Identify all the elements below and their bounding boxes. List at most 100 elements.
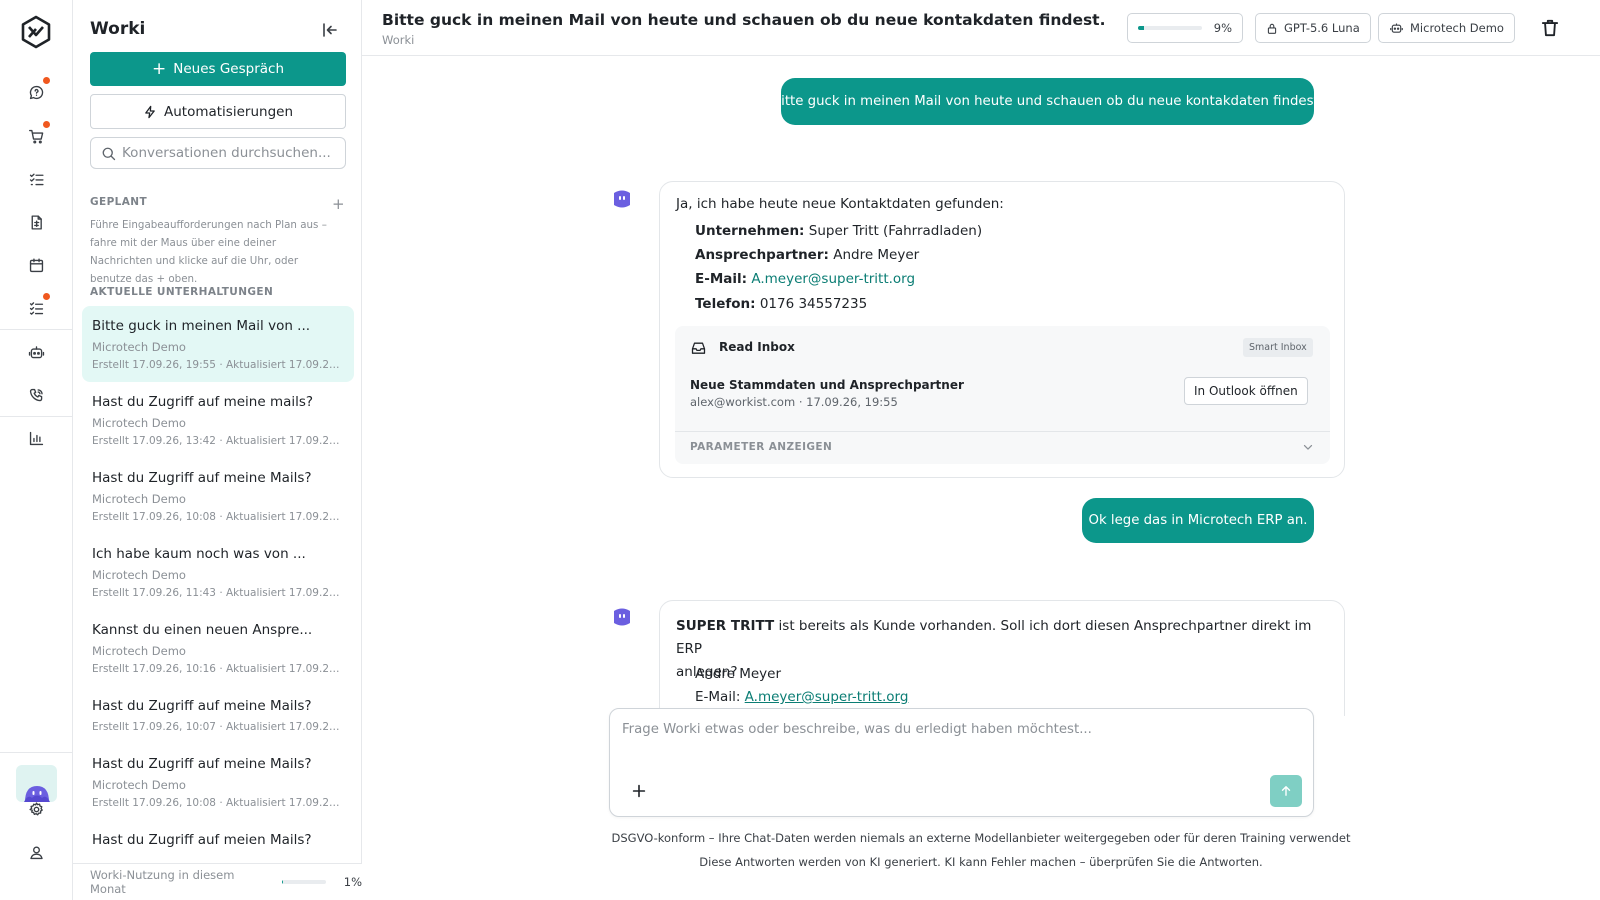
assistant-message: Ja, ich habe heute neue Kontaktdaten gef… xyxy=(659,181,1345,478)
model-label: GPT-5.6 Luna xyxy=(1284,21,1360,35)
contact-person: Ansprechpartner: Andre Meyer xyxy=(695,247,920,263)
chart-icon[interactable] xyxy=(24,426,48,450)
notification-dot xyxy=(43,77,50,84)
conversation-item[interactable]: Bitte guck in meinen Mail von ... Microt… xyxy=(82,306,354,382)
planned-description: Führe Eingabeaufforderungen nach Plan au… xyxy=(90,219,327,285)
chat-icon[interactable] xyxy=(24,77,50,104)
new-chat-label: Neues Gespräch xyxy=(173,61,284,77)
user-message: Bitte guck in meinen Mail von heute und … xyxy=(772,78,1323,125)
conversation-title: Hast du Zugriff auf meine Mails? xyxy=(92,756,312,772)
planned-section-label: GEPLANT xyxy=(90,196,148,208)
contact-person: Andre Meyer xyxy=(695,666,782,682)
conversation-search xyxy=(90,137,346,169)
contact-email: E-Mail: A.meyer@super-tritt.org xyxy=(695,271,916,287)
conversation-meta: Erstellt 17.09.26, 10:08 · Aktualisiert … xyxy=(92,797,344,809)
model-selector[interactable]: GPT-5.6 Luna xyxy=(1255,13,1371,43)
rail-divider xyxy=(0,329,73,330)
contact-email: E-Mail: A.meyer@super-tritt.org xyxy=(695,689,909,705)
conversation-title: Hast du Zugriff auf meien Mails? xyxy=(92,832,312,848)
tool-name: Read Inbox xyxy=(719,340,795,354)
worki-logo-icon[interactable] xyxy=(18,14,54,50)
robot-icon xyxy=(1390,23,1403,33)
conversation-item[interactable]: Hast du Zugriff auf meien Mails? xyxy=(82,820,354,860)
phone-icon[interactable] xyxy=(24,383,48,407)
conversation-workspace: Microtech Demo xyxy=(92,568,186,582)
page-title: Bitte guck in meinen Mail von heute und … xyxy=(382,11,1106,29)
conversation-workspace: Microtech Demo xyxy=(92,778,186,792)
contact-company: Unternehmen: Super Tritt (Fahrradladen) xyxy=(695,223,983,239)
assistant-text: Ja, ich habe heute neue Kontaktdaten gef… xyxy=(676,196,1004,212)
email-link[interactable]: A.meyer@super-tritt.org xyxy=(751,271,915,287)
calendar-icon[interactable] xyxy=(24,253,48,277)
search-icon xyxy=(102,147,116,160)
tool-tag: Smart Inbox xyxy=(1243,338,1313,357)
send-button[interactable] xyxy=(1270,775,1302,807)
conversation-item[interactable]: Ich habe kaum noch was von ... Microtech… xyxy=(82,534,354,610)
context-usage-indicator[interactable]: 9% xyxy=(1127,13,1243,43)
automations-button[interactable]: Automatisierungen xyxy=(90,94,346,129)
conversation-item[interactable]: Hast du Zugriff auf meine Mails? Microte… xyxy=(82,458,354,534)
attach-plus-icon[interactable] xyxy=(630,782,648,800)
show-parameters-toggle[interactable]: PARAMETER ANZEIGEN xyxy=(690,441,832,453)
conversation-item[interactable]: Hast du Zugriff auf meine Mails? Microte… xyxy=(82,744,354,820)
mail-meta: alex@workist.com · 17.09.26, 19:55 xyxy=(690,395,898,409)
search-input[interactable] xyxy=(122,145,342,161)
assistant-avatar-icon xyxy=(614,190,630,208)
conversation-sidebar: Worki + Neues Gespräch Automatisierungen… xyxy=(73,0,362,900)
arrow-up-icon xyxy=(1281,786,1291,796)
user-message: Ok lege das in Microtech ERP an. xyxy=(1082,498,1314,543)
gear-icon[interactable] xyxy=(24,797,48,821)
conversation-workspace: Microtech Demo xyxy=(92,416,186,430)
user-icon[interactable] xyxy=(24,840,48,864)
rail-divider xyxy=(0,416,73,417)
conversation-title: Hast du Zugriff auf meine Mails? xyxy=(92,698,312,714)
conversation-item[interactable]: Kannst du einen neuen Anspre... Microtec… xyxy=(82,610,354,686)
message-input[interactable] xyxy=(622,722,1292,768)
conversation-workspace: Microtech Demo xyxy=(92,340,186,354)
conversation-meta: Erstellt 17.09.26, 13:42 · Aktualisiert … xyxy=(92,435,344,447)
icon-rail xyxy=(0,0,73,900)
usage-label: Worki-Nutzung in diesem Monat xyxy=(90,868,235,896)
conversation-item[interactable]: Hast du Zugriff auf meine mails? Microte… xyxy=(82,382,354,458)
usage-meter: Worki-Nutzung in diesem Monat 1% xyxy=(73,863,362,900)
conversation-title: Hast du Zugriff auf meine mails? xyxy=(92,394,314,410)
chevron-down-icon[interactable] xyxy=(1301,440,1315,454)
trash-icon[interactable] xyxy=(1539,17,1561,39)
document-icon[interactable] xyxy=(24,210,48,234)
notification-dot xyxy=(43,121,50,128)
conversation-meta: Erstellt 17.09.26, 19:55 · Aktualisiert … xyxy=(92,359,344,371)
lock-icon xyxy=(1267,23,1277,34)
page-subtitle: Worki xyxy=(382,33,415,47)
add-schedule-button[interactable]: + xyxy=(332,195,345,213)
new-chat-button[interactable]: + Neues Gespräch xyxy=(90,52,346,86)
tool-call-card: Read Inbox Smart Inbox Neue Stammdaten u… xyxy=(675,326,1330,464)
conversation-meta: Erstellt 17.09.26, 11:43 · Aktualisiert … xyxy=(92,587,344,599)
tasks-icon[interactable] xyxy=(24,293,50,320)
open-in-outlook-button[interactable]: In Outlook öffnen xyxy=(1184,377,1308,405)
conversation-item[interactable]: Hast du Zugriff auf meine Mails? Erstell… xyxy=(82,686,354,744)
ai-disclaimer: Diese Antworten werden von KI generiert.… xyxy=(699,855,1263,869)
conversation-workspace: Microtech Demo xyxy=(92,492,186,506)
workspace-selector[interactable]: Microtech Demo xyxy=(1378,13,1515,43)
usage-bar xyxy=(282,880,326,884)
collapse-sidebar-icon[interactable] xyxy=(320,20,340,40)
conversation-workspace: Microtech Demo xyxy=(92,644,186,658)
assistant-avatar-icon xyxy=(614,608,630,626)
mail-title: Neue Stammdaten und Ansprechpartner xyxy=(690,378,964,392)
sidebar-brand: Worki xyxy=(90,19,146,39)
context-progress-fill xyxy=(1138,26,1144,30)
notification-dot xyxy=(43,293,50,300)
conversation-title: Ich habe kaum noch was von ... xyxy=(92,546,306,562)
conversation-meta: Erstellt 17.09.26, 10:07 · Aktualisiert … xyxy=(92,721,344,733)
usage-percent: 1% xyxy=(343,875,362,889)
checklist-icon[interactable] xyxy=(24,167,48,191)
assistant-message: SUPER TRITT ist bereits als Kunde vorhan… xyxy=(659,600,1345,716)
automations-label: Automatisierungen xyxy=(164,103,293,120)
message-composer xyxy=(609,708,1314,817)
email-link[interactable]: A.meyer@super-tritt.org xyxy=(745,689,909,705)
inbox-icon xyxy=(691,342,706,354)
conversation-meta: Erstellt 17.09.26, 10:16 · Aktualisiert … xyxy=(92,663,344,675)
robot-icon[interactable] xyxy=(24,340,48,364)
cart-icon[interactable] xyxy=(24,121,50,148)
workspace-label: Microtech Demo xyxy=(1410,21,1504,35)
